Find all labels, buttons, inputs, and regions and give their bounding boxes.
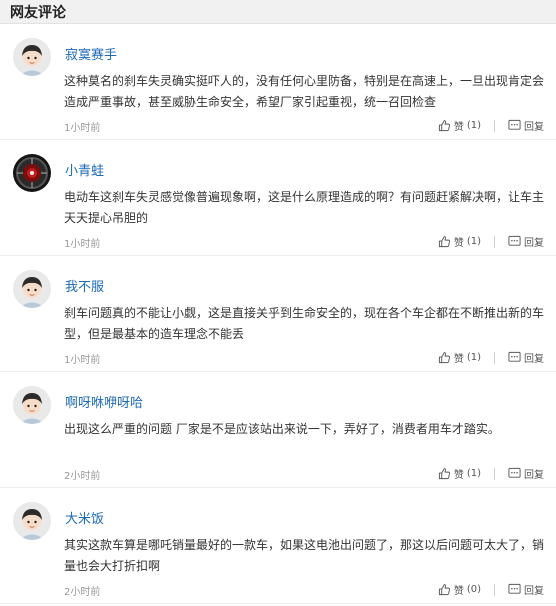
comment-username[interactable]: 啊呀咻咿呀哈 (65, 392, 143, 411)
thumbs-up-icon (438, 467, 451, 480)
reply-button[interactable]: 回复 (508, 350, 544, 365)
avatar[interactable] (13, 154, 51, 192)
like-button[interactable]: 赞 (1) (438, 118, 481, 133)
comment-icon (508, 583, 521, 596)
like-label: 赞 (453, 470, 464, 481)
divider (494, 583, 495, 596)
comment-actions: 赞 (1) 回复 (438, 466, 544, 481)
section-title: 网友评论 (10, 4, 66, 21)
comment-username[interactable]: 小青蛙 (65, 160, 104, 179)
comment-item: 寂寞赛手 这种莫名的刹车失灵确实挺吓人的，没有任何心里防备，特别是在高速上，一旦… (0, 24, 556, 140)
like-label: 赞 (453, 354, 464, 365)
like-count: (0) (466, 584, 481, 595)
divider (494, 119, 495, 132)
avatar[interactable] (13, 386, 51, 424)
comment-item: 我不服 刹车问题真的不能让小觑，这是直接关乎到生命安全的，现在各个车企都在不断推… (0, 256, 556, 372)
like-count: (1) (466, 236, 481, 247)
comment-icon (508, 235, 521, 248)
comment-time: 2小时前 (64, 471, 101, 482)
like-button[interactable]: 赞 (0) (438, 582, 481, 597)
like-button[interactable]: 赞 (1) (438, 466, 481, 481)
reply-button[interactable]: 回复 (508, 466, 544, 481)
avatar[interactable] (13, 38, 51, 76)
reply-label: 回复 (524, 354, 544, 365)
comment-text: 刹车问题真的不能让小觑，这是直接关乎到生命安全的，现在各个车企都在不断推出新的车… (64, 306, 545, 341)
divider (494, 467, 495, 480)
avatar[interactable] (13, 270, 51, 308)
comments-header: 网友评论 (0, 0, 556, 24)
thumbs-up-icon (438, 235, 451, 248)
comment-time: 2小时前 (64, 587, 101, 598)
like-button[interactable]: 赞 (1) (438, 234, 481, 249)
like-count: (1) (466, 352, 481, 363)
thumbs-up-icon (438, 583, 451, 596)
reply-button[interactable]: 回复 (508, 582, 544, 597)
comment-text: 出现这么严重的问题 厂家是不是应该站出来说一下，弄好了，消费者用车才踏实。 (64, 422, 500, 436)
divider (494, 235, 495, 248)
comment-actions: 赞 (1) 回复 (438, 234, 544, 249)
comment-actions: 赞 (0) 回复 (438, 582, 544, 597)
comment-item: 小青蛙 电动车这刹车失灵感觉像普遍现象啊，这是什么原理造成的啊？有问题赶紧解决啊… (0, 140, 556, 256)
thumbs-up-icon (438, 351, 451, 364)
reply-label: 回复 (524, 238, 544, 249)
comment-text: 其实这款车算是哪吒销量最好的一款车，如果这电池出问题了，那这以后问题可太大了，销… (64, 538, 545, 573)
reply-label: 回复 (524, 470, 544, 481)
like-label: 赞 (453, 238, 464, 249)
comment-icon (508, 119, 521, 132)
reply-label: 回复 (524, 122, 544, 133)
comment-icon (508, 467, 521, 480)
like-label: 赞 (453, 122, 464, 133)
reply-button[interactable]: 回复 (508, 234, 544, 249)
comment-actions: 赞 (1) 回复 (438, 118, 544, 133)
like-label: 赞 (453, 586, 464, 597)
comment-username[interactable]: 大米饭 (65, 508, 104, 527)
like-count: (1) (466, 468, 481, 479)
like-button[interactable]: 赞 (1) (438, 350, 481, 365)
comment-item: 啊呀咻咿呀哈 出现这么严重的问题 厂家是不是应该站出来说一下，弄好了，消费者用车… (0, 372, 556, 488)
avatar[interactable] (13, 502, 51, 540)
comment-text: 电动车这刹车失灵感觉像普遍现象啊，这是什么原理造成的啊？有问题赶紧解决啊，让车主… (64, 190, 545, 225)
comment-icon (508, 351, 521, 364)
comment-item: 大米饭 其实这款车算是哪吒销量最好的一款车，如果这电池出问题了，那这以后问题可太… (0, 488, 556, 604)
thumbs-up-icon (438, 119, 451, 132)
comment-actions: 赞 (1) 回复 (438, 350, 544, 365)
comment-time: 1小时前 (64, 355, 101, 366)
comment-text: 这种莫名的刹车失灵确实挺吓人的，没有任何心里防备，特别是在高速上，一旦出现肯定会… (64, 74, 545, 109)
comment-time: 1小时前 (64, 239, 101, 250)
reply-label: 回复 (524, 586, 544, 597)
reply-button[interactable]: 回复 (508, 118, 544, 133)
comment-username[interactable]: 寂寞赛手 (65, 44, 117, 63)
comment-username[interactable]: 我不服 (65, 276, 104, 295)
comment-time: 1小时前 (64, 123, 101, 134)
comment-list: 寂寞赛手 这种莫名的刹车失灵确实挺吓人的，没有任何心里防备，特别是在高速上，一旦… (0, 24, 556, 604)
comments-panel: 网友评论 寂寞赛手 这种莫名的刹车失灵确实挺吓人的，没有任何心里防备，特别是在高… (0, 0, 556, 606)
divider (494, 351, 495, 364)
like-count: (1) (466, 120, 481, 131)
